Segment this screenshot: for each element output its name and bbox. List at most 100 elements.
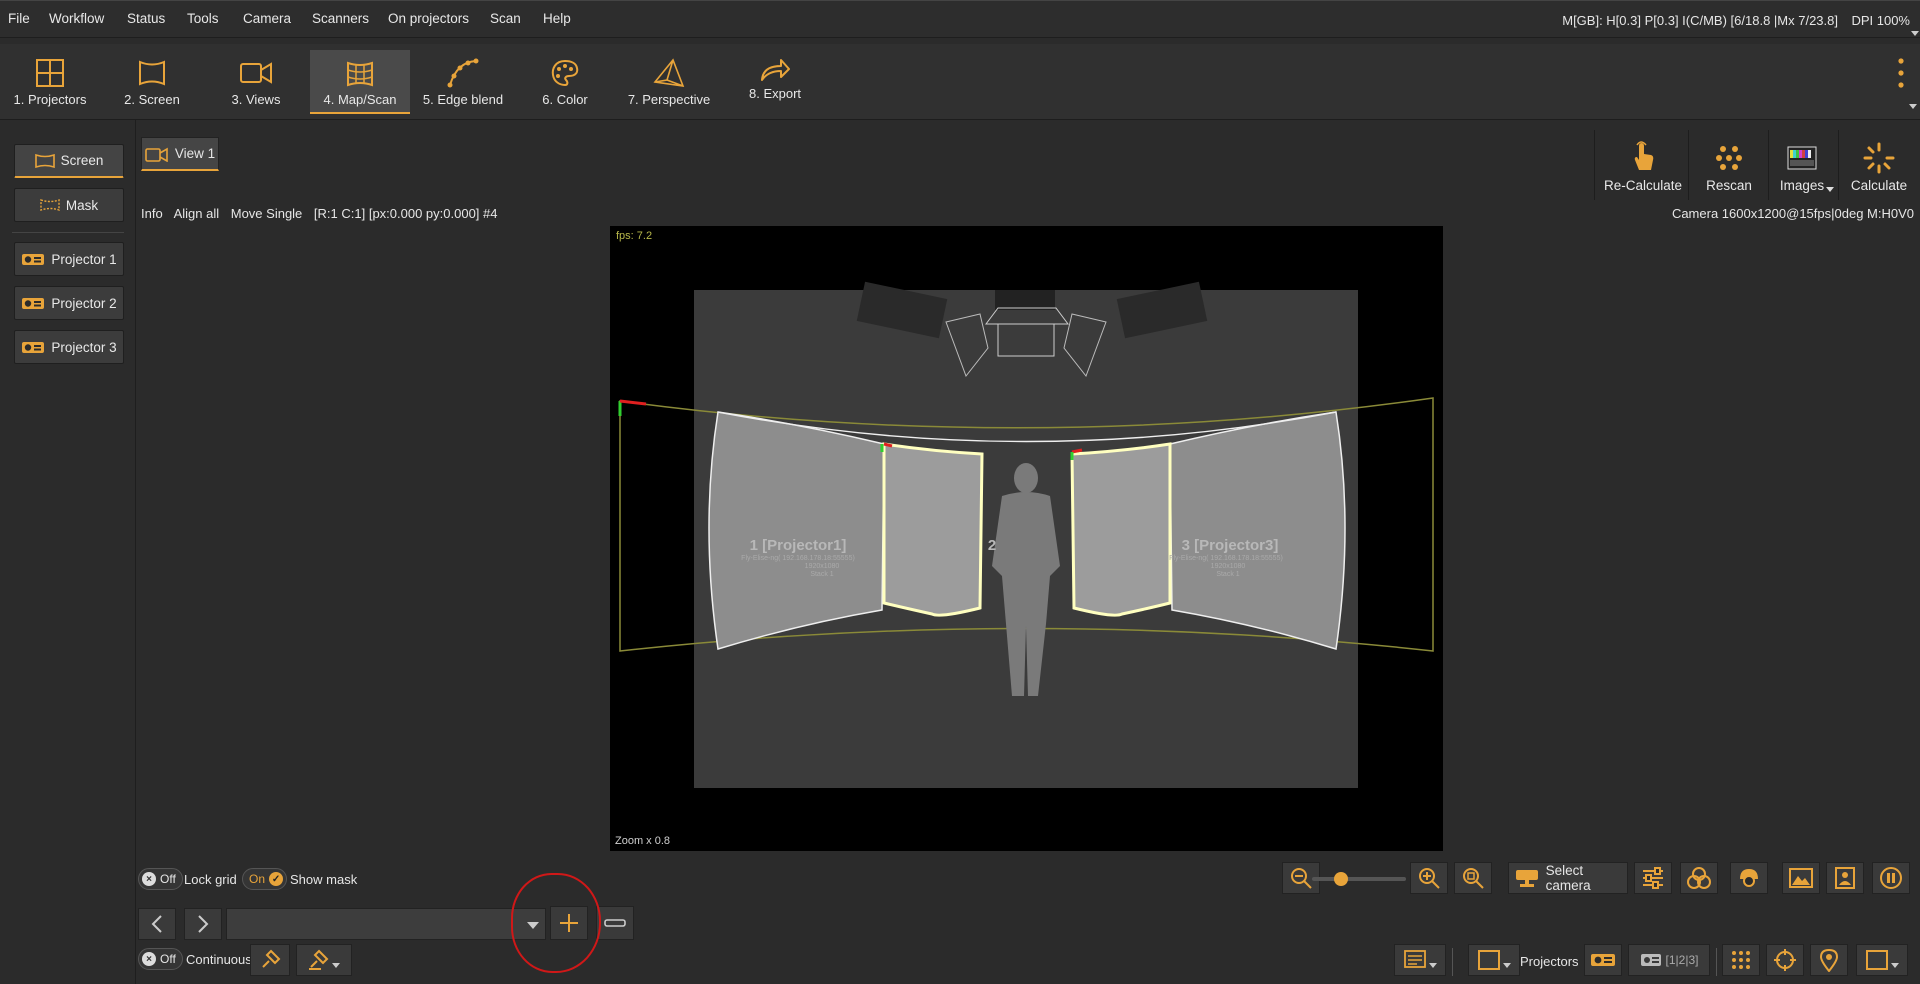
zoom-in-icon	[1419, 868, 1440, 889]
hand-pointer-icon	[1634, 141, 1654, 170]
camera-viewport[interactable]: fps: 7.2 1 [Projector1] Fly-Elise-ng(19…	[610, 226, 1443, 851]
panel-label-2: 2	[988, 537, 996, 554]
grid-points-button[interactable]	[1722, 944, 1760, 976]
menu-scan[interactable]: Scan	[490, 11, 521, 26]
sidebar-item-projector-1[interactable]: Projector 1	[14, 242, 124, 276]
pause-button[interactable]	[1872, 862, 1910, 894]
dpi-indicator[interactable]: DPI 100%	[1851, 13, 1910, 28]
menu-scanners[interactable]: Scanners	[312, 11, 369, 26]
snapshot-button[interactable]	[1826, 862, 1864, 894]
pick-tool-menu-button[interactable]	[296, 944, 352, 976]
panel-res-3: 1920x1080	[1211, 563, 1246, 570]
spinner-icon	[1863, 142, 1895, 174]
screen-select-button[interactable]	[1468, 944, 1520, 976]
tool-divider	[1688, 130, 1689, 200]
previous-button[interactable]	[138, 908, 176, 940]
workflow-label: 6. Color	[542, 92, 588, 107]
workflow-color[interactable]: 6. Color	[530, 50, 600, 114]
toggle-on-check-icon: ✓	[269, 872, 284, 886]
document-list-icon	[1404, 950, 1437, 968]
images-dropdown-icon[interactable]	[1826, 187, 1834, 193]
screen-icon	[139, 60, 165, 86]
camera-view-icon	[145, 147, 168, 162]
edge-blend-icon	[447, 58, 479, 88]
dome-camera-button[interactable]	[1730, 862, 1768, 894]
more-options-icon[interactable]	[1898, 58, 1904, 88]
menu-on-projectors[interactable]: On projectors	[388, 11, 469, 26]
projector-gray-icon	[1640, 954, 1661, 966]
workflow-map-scan[interactable]: 4. Map/Scan	[310, 50, 410, 114]
workflow-screen[interactable]: 2. Screen	[112, 50, 192, 114]
sidebar-item-label: Projector 1	[51, 251, 117, 267]
tab-view-1[interactable]: View 1	[141, 137, 219, 171]
calculate-button[interactable]: Calculate	[1842, 130, 1916, 193]
location-pin-button[interactable]	[1810, 944, 1848, 976]
capture-image-button[interactable]	[1782, 862, 1820, 894]
menu-status[interactable]: Status	[127, 11, 165, 26]
projector-icon	[22, 298, 45, 309]
log-button[interactable]	[1394, 944, 1446, 976]
status-divider	[1452, 948, 1453, 976]
zoom-in-button[interactable]	[1410, 862, 1448, 894]
projector-toggle-button[interactable]	[1584, 944, 1622, 976]
projector-icon	[1591, 954, 1615, 966]
recalculate-button[interactable]: Re-Calculate	[1600, 130, 1686, 193]
view-frame-button[interactable]	[1856, 944, 1908, 976]
next-button[interactable]	[184, 908, 222, 940]
menu-help[interactable]: Help	[543, 11, 571, 26]
workflow-export[interactable]: 8. Export	[740, 50, 810, 114]
landscape-image-icon	[1789, 868, 1813, 888]
lock-grid-toggle[interactable]: × Off	[138, 868, 183, 890]
workflow-projectors[interactable]: 1. Projectors	[4, 50, 96, 114]
recalculate-label: Re-Calculate	[1603, 178, 1683, 193]
color-channels-button[interactable]	[1680, 862, 1718, 894]
screen-outline-icon	[1478, 950, 1511, 970]
move-single-button[interactable]: Move Single	[231, 206, 303, 221]
camera-select-icon	[1516, 870, 1538, 887]
workflow-label: 1. Projectors	[13, 92, 87, 107]
zoom-fit-button[interactable]	[1454, 862, 1492, 894]
sidebar-item-projector-2[interactable]: Projector 2	[14, 286, 124, 320]
pin-tool-dropdown-icon	[309, 949, 340, 970]
map-pin-icon	[1819, 948, 1839, 972]
tool-divider	[1838, 130, 1839, 200]
menu-camera[interactable]: Camera	[243, 11, 291, 26]
info-button[interactable]: Info	[141, 206, 163, 221]
pin-tool-icon	[262, 949, 281, 968]
sidebar-mask[interactable]: Mask	[14, 188, 124, 222]
workflow-label: 2. Screen	[124, 92, 180, 107]
chevron-right-icon	[198, 915, 209, 933]
menu-tools[interactable]: Tools	[187, 11, 219, 26]
projector-selection-button[interactable]: [1|2|3]	[1628, 944, 1710, 976]
toolbar-dropdown-icon[interactable]	[1909, 104, 1917, 110]
images-label: Images	[1779, 178, 1825, 193]
zoom-slider[interactable]	[1312, 872, 1406, 886]
menu-workflow[interactable]: Workflow	[49, 11, 104, 26]
crosshair-button[interactable]	[1766, 944, 1804, 976]
workflow-perspective[interactable]: 7. Perspective	[622, 50, 716, 114]
projector-panel-3	[1169, 411, 1346, 650]
menu-file[interactable]: File	[8, 11, 30, 26]
workflow-edge-blend[interactable]: 5. Edge blend	[418, 50, 508, 114]
menu-bar: File Workflow Status Tools Camera Scanne…	[0, 0, 1920, 38]
panel-stack-1: Stack 1	[810, 571, 833, 578]
sidebar-item-projector-3[interactable]: Projector 3	[14, 330, 124, 364]
continuous-toggle[interactable]: × Off	[138, 948, 183, 970]
preset-combo[interactable]	[226, 908, 546, 940]
rescan-button[interactable]: Rescan	[1690, 130, 1768, 193]
show-mask-toggle[interactable]: On ✓	[242, 868, 288, 890]
select-camera-button[interactable]: Select camera	[1508, 862, 1628, 894]
zoom-slider-knob[interactable]	[1334, 872, 1348, 886]
pick-tool-button[interactable]	[250, 944, 290, 976]
sidebar-screen[interactable]: Screen	[14, 144, 124, 178]
remove-button[interactable]	[596, 906, 634, 940]
dpi-dropdown-icon[interactable]	[1911, 31, 1919, 37]
align-all-button[interactable]: Align all	[174, 206, 220, 221]
lock-grid-label: Lock grid	[184, 872, 237, 887]
zoom-out-icon	[1291, 868, 1312, 889]
camera-settings-button[interactable]	[1634, 862, 1672, 894]
workflow-views[interactable]: 3. Views	[214, 50, 298, 114]
dot-grid-icon	[1716, 146, 1742, 170]
camera-image: 1 [Projector1] Fly-Elise-ng( 192.168.178…	[618, 281, 1434, 788]
images-button[interactable]: Images	[1770, 130, 1834, 193]
